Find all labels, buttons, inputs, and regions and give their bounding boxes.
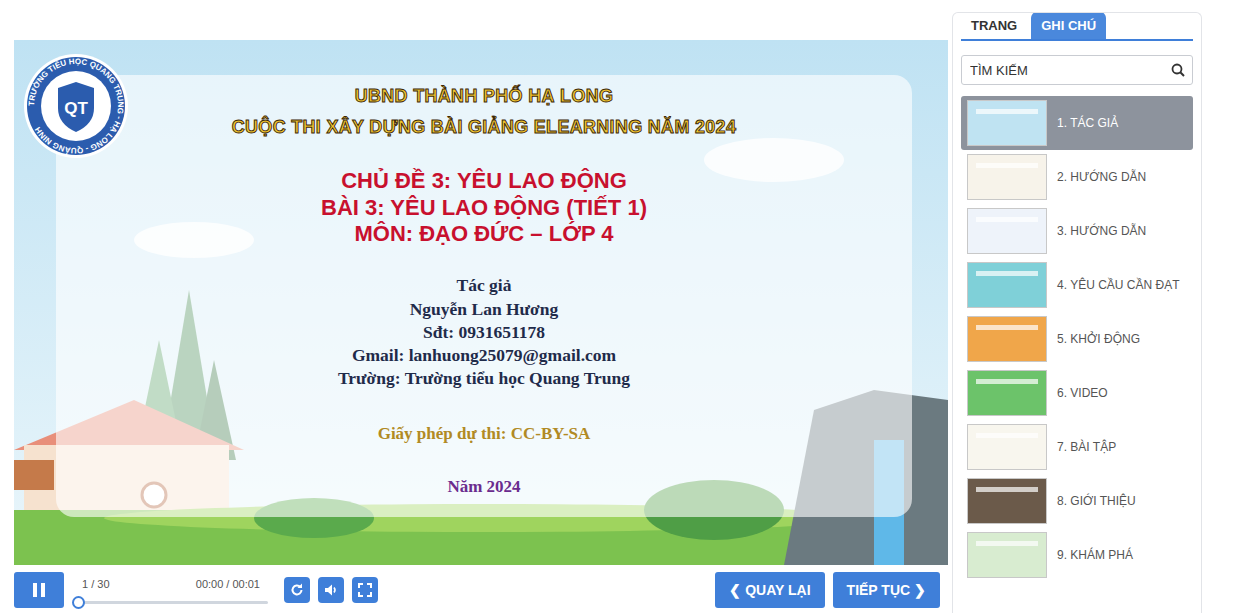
- logo-initials: QT: [64, 99, 88, 118]
- time: 00:00 / 00:01: [196, 576, 260, 593]
- item-label: 7. BÀI TẬP: [1057, 438, 1116, 456]
- item-label: 5. KHỞI ĐỘNG: [1057, 330, 1140, 348]
- subject: MÔN: ĐẠO ĐỨC – LỚP 4: [56, 221, 912, 248]
- sidebar-item[interactable]: 1. TÁC GIẢ: [961, 96, 1193, 150]
- sidebar-tabs: TRANGGHI CHÚ: [961, 13, 1193, 41]
- slide-counter: 1 / 30: [82, 576, 110, 593]
- page-thumbnail: [967, 262, 1047, 308]
- page-thumbnail: [967, 532, 1047, 578]
- prev-button[interactable]: ❮ QUAY LẠI: [715, 572, 824, 608]
- slide: TRƯỜNG TIỂU HỌC QUANG TRUNG - HẠ LONG - …: [14, 40, 948, 565]
- sidebar-tab[interactable]: GHI CHÚ: [1031, 12, 1106, 39]
- item-label: 1. TÁC GIẢ: [1057, 114, 1118, 132]
- svg-text:TRƯỜNG TIỂU HỌC QUANG TRUNG -: TRƯỜNG TIỂU HỌC QUANG TRUNG - HẠ LONG - …: [27, 57, 125, 155]
- year: Năm 2024: [56, 474, 912, 500]
- sidebar-item[interactable]: 7. BÀI TẬP: [961, 420, 1193, 474]
- page-list: 1. TÁC GIẢ 2. HƯỚNG DẪN 3. HƯỚNG DẪN 4. YÊU…: [961, 96, 1193, 582]
- license: Giấy phép dự thi: CC-BY-SA: [56, 421, 912, 447]
- pause-button[interactable]: [14, 572, 64, 608]
- page-thumbnail: [967, 100, 1047, 146]
- search-icon[interactable]: [1171, 63, 1185, 77]
- pause-icon: [32, 582, 46, 598]
- sidebar-item[interactable]: 9. KHÁM PHÁ: [961, 528, 1193, 582]
- item-label: 8. GIỚI THIỆU: [1057, 492, 1136, 510]
- progress: 1 / 30 00:00 / 00:01: [74, 576, 268, 604]
- replay-button[interactable]: [284, 577, 310, 603]
- item-label: 3. HƯỚNG DẪN: [1057, 222, 1146, 240]
- lesson: BÀI 3: YÊU LAO ĐỘNG (TIẾT 1): [56, 195, 912, 222]
- sidebar-item[interactable]: 5. KHỞI ĐỘNG: [961, 312, 1193, 366]
- volume-icon: [323, 582, 339, 598]
- school-logo-icon: TRƯỜNG TIỂU HỌC QUANG TRUNG - HẠ LONG - …: [22, 52, 130, 160]
- sidebar-tab[interactable]: TRANG: [961, 12, 1027, 39]
- item-label: 4. YÊU CẦU CẦN ĐẠT: [1057, 276, 1179, 294]
- progress-track[interactable]: [74, 601, 268, 604]
- sidebar-item[interactable]: 3. HƯỚNG DẪN: [961, 204, 1193, 258]
- next-button[interactable]: TIẾP TỤC ❯: [833, 572, 940, 608]
- page-thumbnail: [967, 316, 1047, 362]
- sidebar-item[interactable]: 2. HƯỚNG DẪN: [961, 150, 1193, 204]
- page-thumbnail: [967, 478, 1047, 524]
- item-label: 2. HƯỚNG DẪN: [1057, 168, 1146, 186]
- fullscreen-icon: [357, 582, 373, 598]
- page-thumbnail: [967, 424, 1047, 470]
- item-label: 9. KHÁM PHÁ: [1057, 546, 1133, 564]
- author-label: Tác giả: [56, 274, 912, 297]
- search: [961, 55, 1193, 85]
- sidebar-item[interactable]: 8. GIỚI THIỆU: [961, 474, 1193, 528]
- page-thumbnail: [967, 208, 1047, 254]
- player-controls: 1 / 30 00:00 / 00:01 ❮ QUAY L: [14, 570, 944, 610]
- topic: CHỦ ĐỀ 3: YÊU LAO ĐỘNG: [56, 168, 912, 195]
- contest: CUỘC THI XÂY DỰNG BÀI GIẢNG ELEARNING NĂ…: [56, 116, 912, 139]
- replay-icon: [289, 582, 305, 598]
- sidebar-item[interactable]: 4. YÊU CẦU CẦN ĐẠT: [961, 258, 1193, 312]
- school: Trường: Trường tiểu học Quang Trung: [56, 367, 912, 390]
- author: Nguyễn Lan Hương: [56, 298, 912, 321]
- fullscreen-button[interactable]: [352, 577, 378, 603]
- slide-panel: UBND THÀNH PHỐ HẠ LONG CUỘC THI XÂY DỰNG…: [56, 75, 912, 517]
- page-thumbnail: [967, 154, 1047, 200]
- phone: Sđt: 0931651178: [56, 321, 912, 344]
- organization: UBND THÀNH PHỐ HẠ LONG: [56, 85, 912, 108]
- logo-ring-text: TRƯỜNG TIỂU HỌC QUANG TRUNG - HẠ LONG - …: [27, 57, 125, 155]
- progress-thumb[interactable]: [72, 596, 85, 609]
- sidebar: TRANGGHI CHÚ 1. TÁC GIẢ 2. HƯỚNG DẪN 3. HƯ…: [952, 12, 1202, 613]
- email: Gmail: lanhuong25079@gmail.com: [56, 344, 912, 367]
- search-input[interactable]: [961, 55, 1193, 85]
- volume-button[interactable]: [318, 577, 344, 603]
- page-thumbnail: [967, 370, 1047, 416]
- sidebar-item[interactable]: 6. VIDEO: [961, 366, 1193, 420]
- item-label: 6. VIDEO: [1057, 384, 1108, 402]
